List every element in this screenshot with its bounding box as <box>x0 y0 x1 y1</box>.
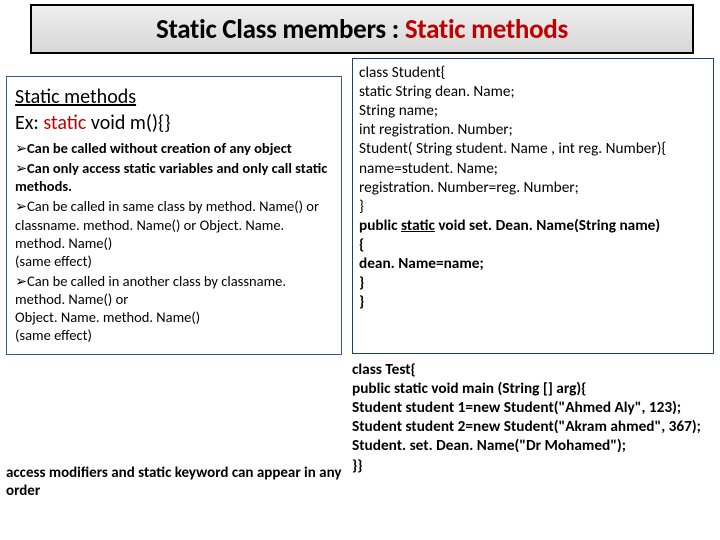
example-pre: Ex: <box>15 111 43 135</box>
list-item: ➢Can be called in another class by class… <box>15 272 333 345</box>
bullet-list: ➢Can be called without creation of any o… <box>15 139 333 344</box>
example-keyword: static <box>43 111 86 135</box>
code-fragment-keyword: static <box>401 216 435 235</box>
title-suffix: Static methods <box>405 13 568 46</box>
code-block-test: class Test{ public static void main (Str… <box>352 360 714 475</box>
title-prefix: Static Class members : <box>156 13 399 46</box>
code-line: public static void set. Dean. Name(Strin… <box>359 216 707 235</box>
bullet-text: Can only access static variables and onl… <box>15 159 327 195</box>
bullet-icon: ➢ <box>15 272 27 290</box>
bullet-text: Can be called in same class by method. N… <box>15 197 319 269</box>
code-line: { <box>359 235 707 254</box>
bullet-text: Can be called in another class by classn… <box>15 272 286 344</box>
code-line: registration. Number=reg. Number; <box>359 178 707 197</box>
code-line: static String dean. Name; <box>359 82 707 101</box>
list-item: ➢Can be called in same class by method. … <box>15 197 333 270</box>
code-line: public static void main (String [] arg){ <box>352 379 714 398</box>
left-panel: Static methods Ex: static void m(){} ➢Ca… <box>6 76 342 355</box>
code-line: } <box>359 292 707 311</box>
code-line: } <box>359 197 707 216</box>
code-line: int registration. Number; <box>359 120 707 139</box>
code-block-student: class Student{ static String dean. Name;… <box>352 58 714 354</box>
code-line: class Test{ <box>352 360 714 379</box>
code-line: class Student{ <box>359 63 707 82</box>
code-fragment: void set. Dean. Name(String name) <box>435 216 660 235</box>
list-item: ➢Can only access static variables and on… <box>15 159 333 195</box>
bullet-icon: ➢ <box>15 139 27 157</box>
code-line: name=student. Name; <box>359 159 707 178</box>
code-line: Student student 2=new Student("Akram ahm… <box>352 417 714 436</box>
note-text: access modifiers and static keyword can … <box>6 464 342 500</box>
code-line: Student. set. Dean. Name("Dr Mohamed"); <box>352 436 714 455</box>
list-item: ➢Can be called without creation of any o… <box>15 139 333 157</box>
bullet-text: Can be called without creation of any ob… <box>27 139 292 157</box>
example-rest: void m(){} <box>86 111 170 135</box>
bullet-icon: ➢ <box>15 197 27 215</box>
slide-title: Static Class members : Static methods <box>30 4 694 54</box>
left-example: Ex: static void m(){} <box>15 111 333 135</box>
code-line: Student student 1=new Student("Ahmed Aly… <box>352 398 714 417</box>
code-line: Student( String student. Name , int reg.… <box>359 139 707 158</box>
code-line: String name; <box>359 101 707 120</box>
code-line: }} <box>352 456 714 475</box>
code-line: dean. Name=name; <box>359 254 707 273</box>
code-fragment: public <box>359 216 401 235</box>
code-line: } <box>359 273 707 292</box>
left-heading: Static methods <box>15 85 333 109</box>
bullet-icon: ➢ <box>15 159 27 177</box>
